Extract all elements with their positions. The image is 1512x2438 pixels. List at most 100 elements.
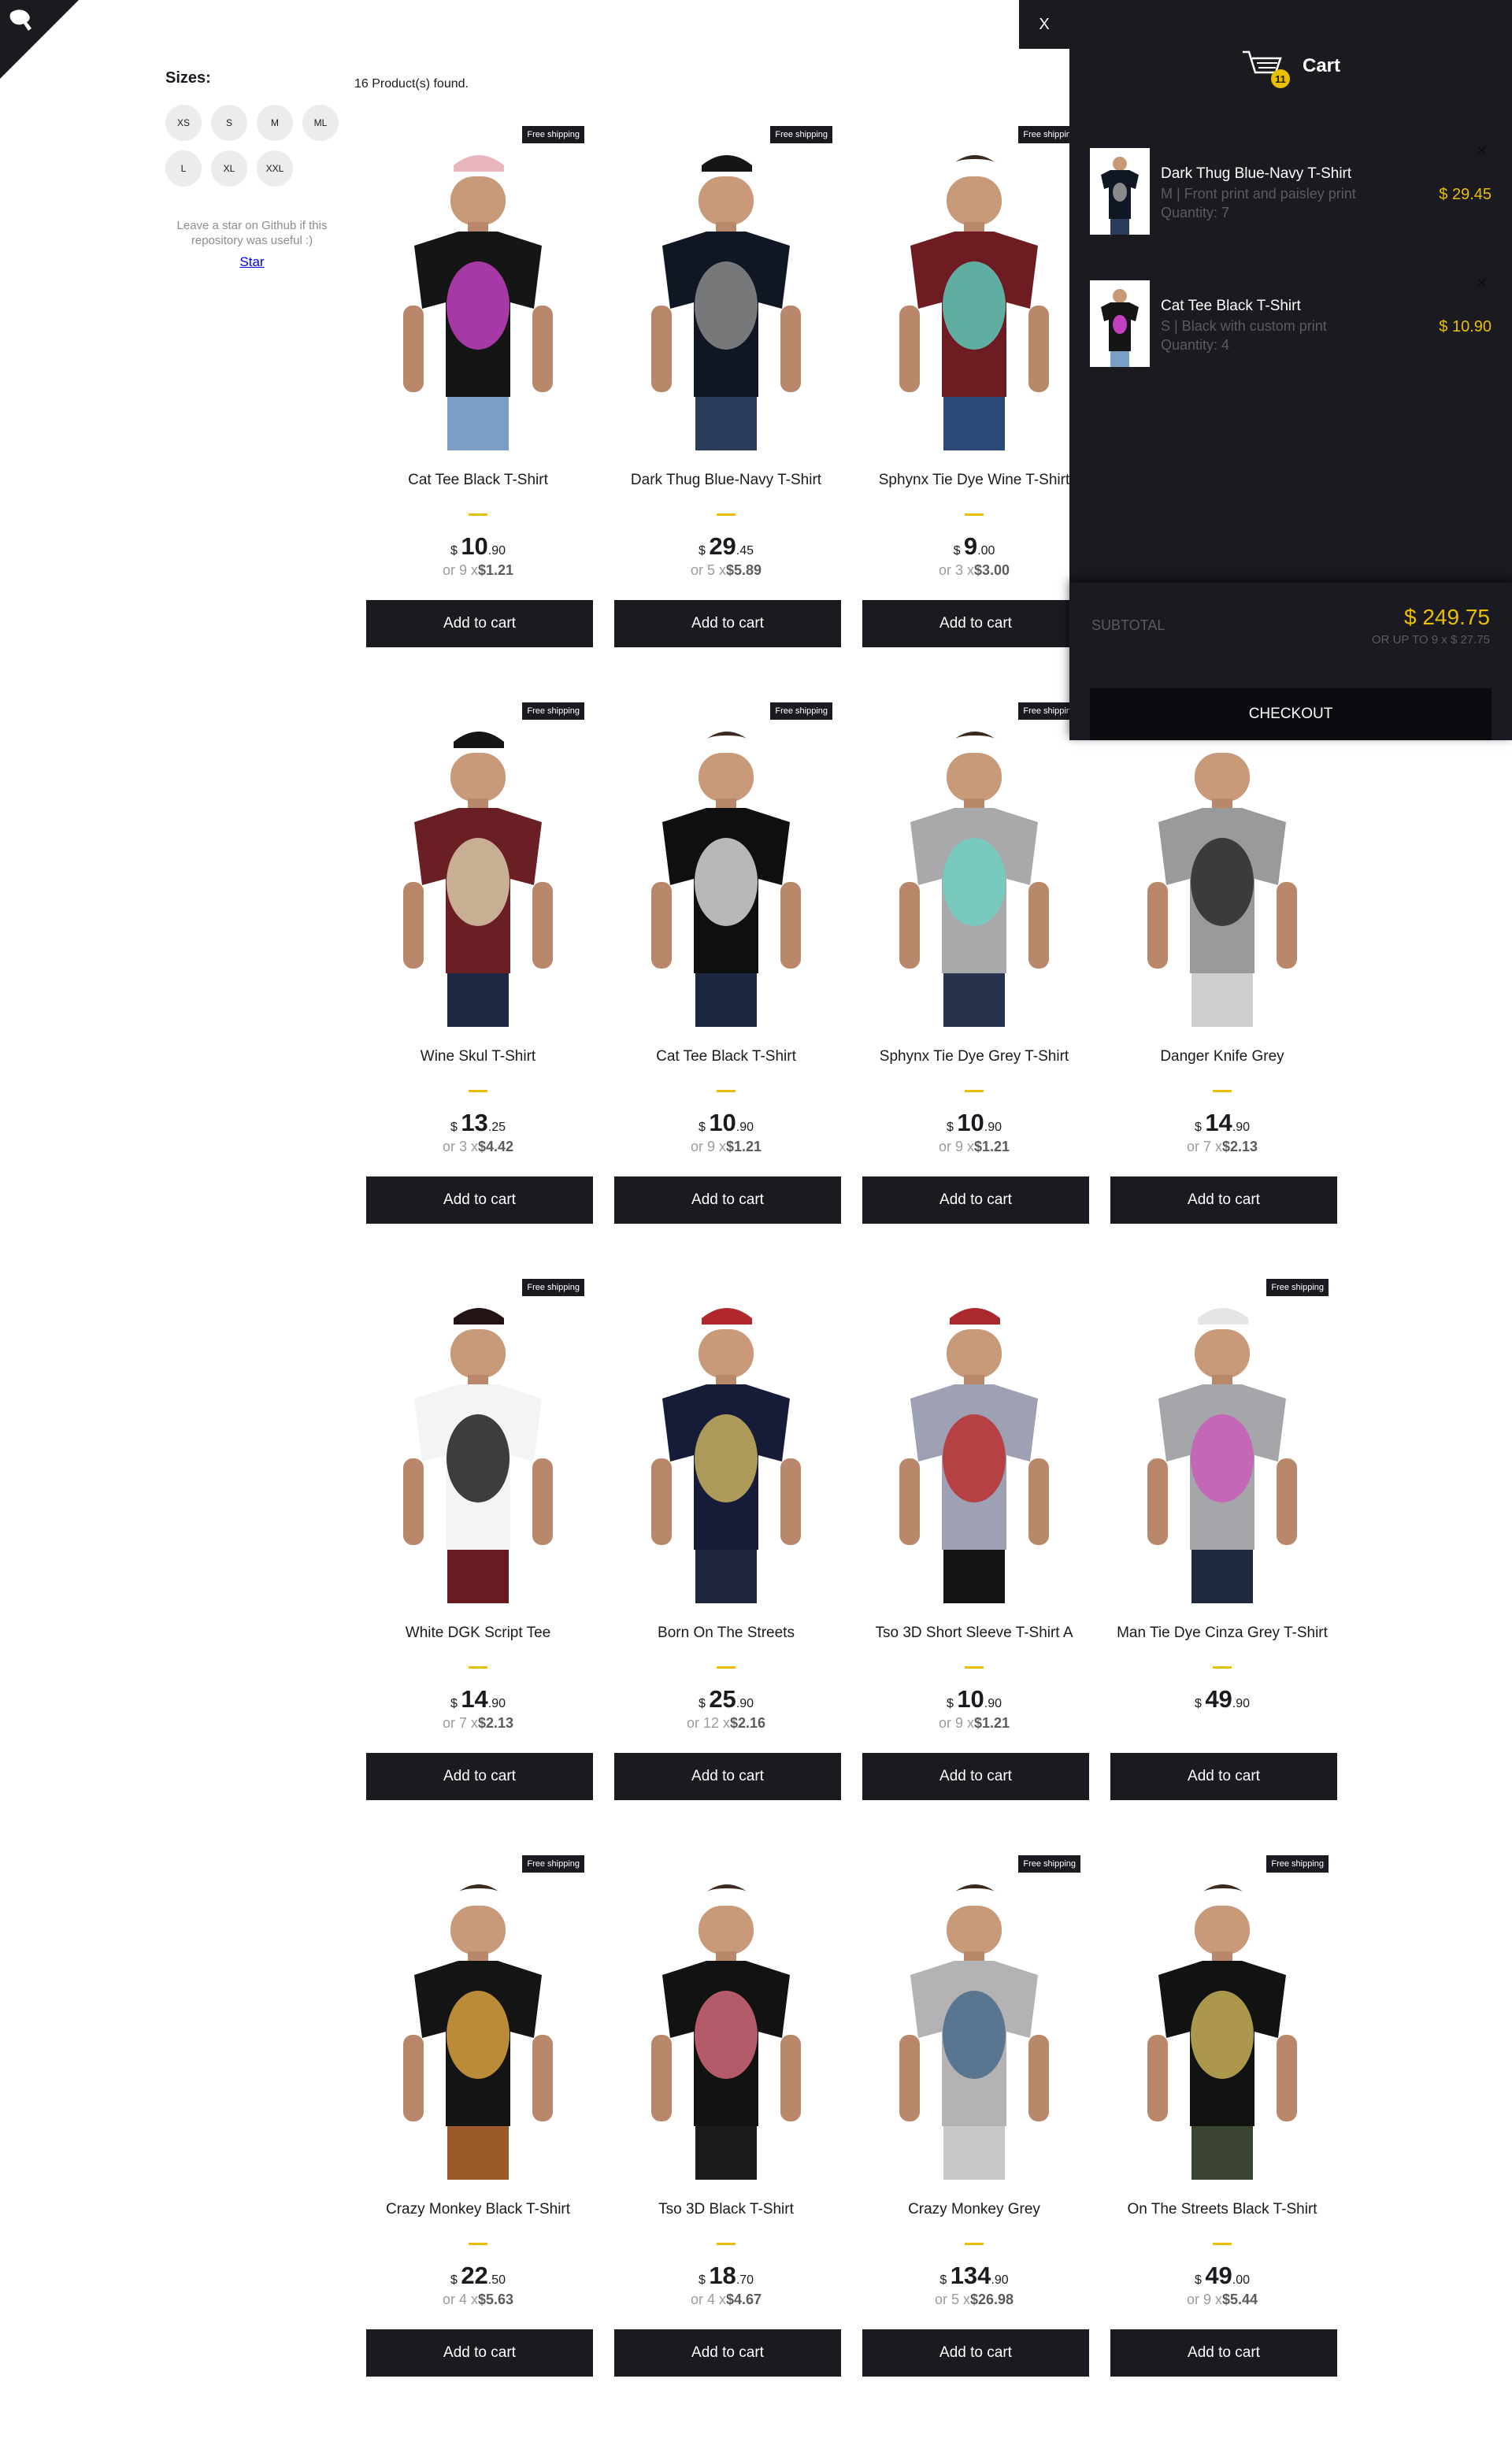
product-installments: or 9 x$1.21: [602, 1139, 850, 1155]
product-image[interactable]: [1106, 1849, 1338, 2180]
product-image[interactable]: [858, 1273, 1090, 1603]
size-filter-xs[interactable]: XS: [165, 105, 202, 141]
cart-close-button[interactable]: X: [1019, 0, 1069, 49]
price-decimal: .90: [991, 2273, 1009, 2287]
title-underline: [717, 2243, 736, 2245]
product-card[interactable]: Danger Knife Grey $ 14.90 or 7 x$2.13 Ad…: [1099, 687, 1346, 1224]
size-filter-ml[interactable]: ML: [302, 105, 339, 141]
title-underline: [717, 1666, 736, 1669]
add-to-cart-button[interactable]: Add to cart: [614, 1753, 841, 1800]
product-card[interactable]: Free shipping White DGK Script Tee $ 14.…: [354, 1263, 602, 1800]
add-to-cart-button[interactable]: Add to cart: [366, 1176, 593, 1224]
free-shipping-badge: Free shipping: [1266, 1279, 1329, 1296]
product-card[interactable]: Free shipping Crazy Monkey Grey $ 134.90…: [850, 1840, 1098, 2377]
installments-prefix: or 7 x: [1186, 1139, 1222, 1154]
installments-prefix: or 12 x: [686, 1715, 730, 1731]
product-image[interactable]: [858, 696, 1090, 1027]
cart-quantity-badge: 11: [1271, 69, 1290, 88]
product-card[interactable]: Free shipping Sphynx Tie Dye Wine T-Shir…: [850, 110, 1098, 647]
price-integer: 22: [461, 2262, 488, 2289]
product-image[interactable]: [610, 1849, 842, 2180]
add-to-cart-button[interactable]: Add to cart: [1110, 2329, 1337, 2377]
size-filter-m[interactable]: M: [257, 105, 293, 141]
product-card[interactable]: Born On The Streets $ 25.90 or 12 x$2.16…: [602, 1263, 850, 1800]
github-corner-icon[interactable]: [0, 0, 79, 79]
size-filter-grid: XS S M ML L XL XXL: [165, 105, 346, 187]
product-card[interactable]: Free shipping Wine Skul T-Shirt $ 13.25 …: [354, 687, 602, 1224]
add-to-cart-button[interactable]: Add to cart: [614, 1176, 841, 1224]
product-image[interactable]: [362, 696, 594, 1027]
price-decimal: .90: [984, 1121, 1002, 1134]
size-filter-xl[interactable]: XL: [211, 150, 247, 187]
size-filter-xxl[interactable]: XXL: [257, 150, 293, 187]
price-integer: 29: [709, 532, 736, 560]
product-title: Dark Thug Blue-Navy T-Shirt: [630, 472, 822, 488]
currency-symbol: $: [450, 1697, 458, 1710]
product-image[interactable]: [1106, 696, 1338, 1027]
remove-item-button[interactable]: ×: [1477, 272, 1487, 293]
add-to-cart-button[interactable]: Add to cart: [366, 1753, 593, 1800]
price-decimal: .90: [736, 1697, 754, 1710]
product-price: $ 14.90: [1099, 1109, 1346, 1137]
product-card[interactable]: Free shipping On The Streets Black T-Shi…: [1099, 1840, 1346, 2377]
product-price: $ 134.90: [850, 2262, 1098, 2290]
product-image[interactable]: [858, 1849, 1090, 2180]
cart-item-thumbnail: [1090, 148, 1150, 235]
product-image[interactable]: [610, 120, 842, 450]
add-to-cart-button[interactable]: Add to cart: [1110, 1753, 1337, 1800]
add-to-cart-button[interactable]: Add to cart: [614, 600, 841, 647]
currency-symbol: $: [1194, 1697, 1202, 1710]
add-to-cart-button[interactable]: Add to cart: [862, 600, 1089, 647]
product-card[interactable]: Tso 3D Black T-Shirt $ 18.70 or 4 x$4.67…: [602, 1840, 850, 2377]
size-filter-l[interactable]: L: [165, 150, 202, 187]
price-decimal: .00: [1232, 2273, 1251, 2287]
product-image[interactable]: [362, 1273, 594, 1603]
product-image[interactable]: [362, 1849, 594, 2180]
installments-value: $1.21: [973, 1139, 1010, 1154]
add-to-cart-button[interactable]: Add to cart: [1110, 1176, 1337, 1224]
product-title: Sphynx Tie Dye Grey T-Shirt: [879, 1048, 1069, 1065]
product-card[interactable]: Free shipping Cat Tee Black T-Shirt $ 10…: [602, 687, 850, 1224]
title-underline: [717, 1090, 736, 1092]
product-price: $ 14.90: [354, 1685, 602, 1714]
product-price: $ 18.70: [602, 2262, 850, 2290]
title-underline: [469, 2243, 487, 2245]
add-to-cart-button[interactable]: Add to cart: [366, 600, 593, 647]
add-to-cart-button[interactable]: Add to cart: [862, 2329, 1089, 2377]
product-image[interactable]: [858, 120, 1090, 450]
github-star-link[interactable]: Star: [165, 254, 339, 270]
subtotal-label: SUBTOTAL: [1091, 617, 1166, 633]
installments-prefix: or 9 x: [690, 1139, 726, 1154]
products-found-count: 16 Product(s) found.: [354, 77, 469, 91]
add-to-cart-button[interactable]: Add to cart: [862, 1176, 1089, 1224]
product-installments: or 5 x$26.98: [850, 2292, 1098, 2308]
product-image[interactable]: [1106, 1273, 1338, 1603]
product-image[interactable]: [610, 1273, 842, 1603]
add-to-cart-button[interactable]: Add to cart: [614, 2329, 841, 2377]
add-to-cart-button[interactable]: Add to cart: [862, 1753, 1089, 1800]
product-card[interactable]: Tso 3D Short Sleeve T-Shirt A $ 10.90 or…: [850, 1263, 1098, 1800]
installments-value: $2.13: [477, 1715, 514, 1731]
product-card[interactable]: Free shipping Dark Thug Blue-Navy T-Shir…: [602, 110, 850, 647]
free-shipping-badge: Free shipping: [770, 126, 832, 143]
product-installments: or 9 x$5.44: [1099, 2292, 1346, 2308]
installments-prefix: or 5 x: [934, 2292, 970, 2307]
currency-symbol: $: [450, 1121, 458, 1134]
add-to-cart-button[interactable]: Add to cart: [366, 2329, 593, 2377]
product-card[interactable]: Free shipping Man Tie Dye Cinza Grey T-S…: [1099, 1263, 1346, 1800]
product-image[interactable]: [362, 120, 594, 450]
cart-item: Dark Thug Blue-Navy T-Shirt M | Front pr…: [1090, 140, 1492, 243]
price-integer: 9: [963, 532, 978, 560]
size-filter-s[interactable]: S: [211, 105, 247, 141]
product-card[interactable]: Free shipping Cat Tee Black T-Shirt $ 10…: [354, 110, 602, 647]
product-installments: or 9 x$1.21: [850, 1715, 1098, 1732]
product-title: Tso 3D Black T-Shirt: [658, 2201, 794, 2218]
remove-item-button[interactable]: ×: [1477, 140, 1487, 161]
product-card[interactable]: Free shipping Crazy Monkey Black T-Shirt…: [354, 1840, 602, 2377]
product-card[interactable]: Free shipping Sphynx Tie Dye Grey T-Shir…: [850, 687, 1098, 1224]
installments-value: $2.16: [729, 1715, 766, 1731]
checkout-button[interactable]: CHECKOUT: [1090, 688, 1492, 740]
title-underline: [1213, 1666, 1232, 1669]
product-image[interactable]: [610, 696, 842, 1027]
cart-title: Cart: [1303, 55, 1341, 76]
